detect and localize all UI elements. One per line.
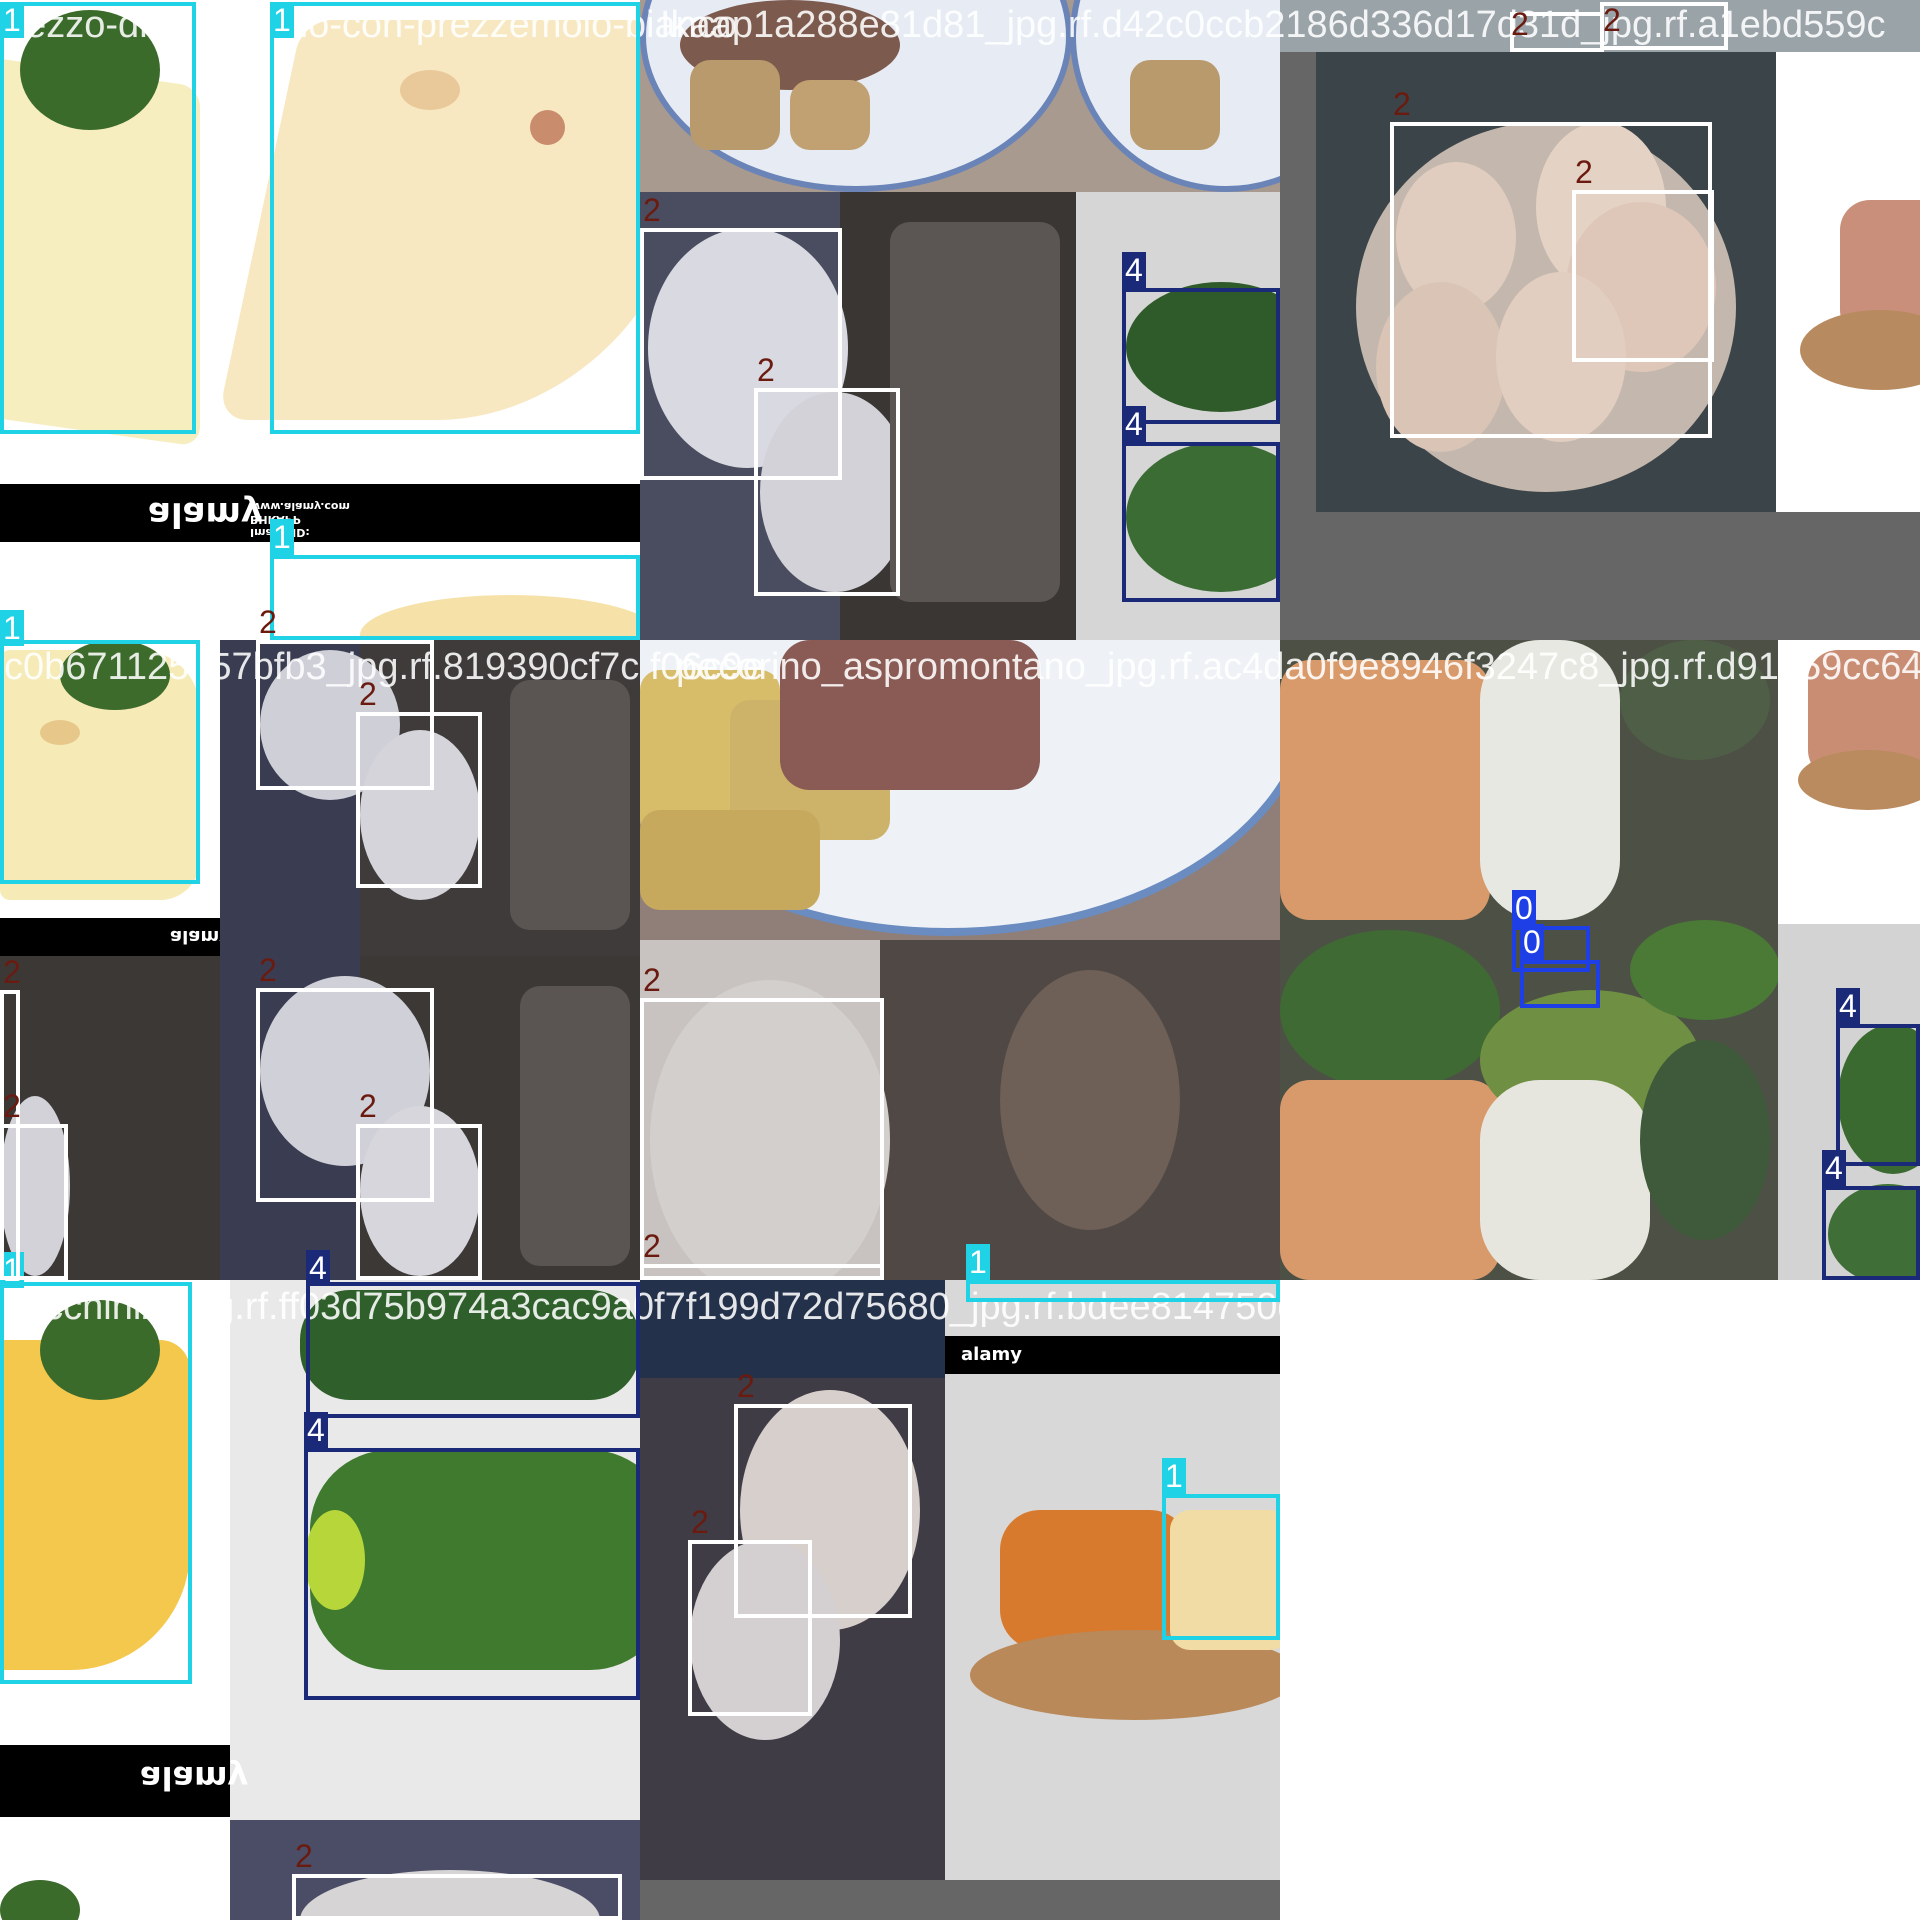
- bbox-class-1: 1: [1162, 1458, 1280, 1640]
- bbox-class-4: 4: [1122, 406, 1280, 602]
- bbox-class-4: 4: [304, 1412, 640, 1700]
- bbox-class-4: 4: [1122, 252, 1280, 424]
- bbox-class-2: 2: [356, 1088, 482, 1280]
- bbox-class-2: 2: [0, 1088, 68, 1280]
- bbox-class-1: 1: [0, 1252, 192, 1684]
- watermark-bar-2: alamy: [0, 918, 231, 956]
- bbox-class-2: 2: [356, 676, 482, 888]
- watermark-bar-4: alamy: [945, 1336, 1280, 1374]
- bbox-class-0: 0: [1520, 924, 1600, 1008]
- bbox-class-2: 2: [640, 962, 884, 1280]
- bbox-class-2: 2: [754, 352, 900, 596]
- bbox-class-1: 1: [270, 2, 640, 434]
- bbox-class-2: 2: [1572, 154, 1714, 362]
- caption-4: pecorino_aspromontano_jpg.rf.ac4da0f9e89…: [676, 646, 1920, 688]
- bbox-class-4: 4: [1836, 988, 1920, 1166]
- watermark-bar: alamy Image ID: BHKAPP www.alamy.com: [0, 484, 640, 542]
- bbox-class-1: 1: [0, 610, 200, 884]
- watermark-bar-3: alamy: [0, 1745, 248, 1817]
- bbox-class-1: 1: [0, 2, 196, 434]
- bbox-class-2: 2: [292, 1838, 622, 1920]
- bbox-class-2: 2: [1600, 2, 1728, 50]
- bbox-class-4: 4: [1822, 1150, 1920, 1280]
- bbox-class-2: 2: [1510, 6, 1604, 52]
- bbox-class-4: 4: [306, 1250, 640, 1418]
- bbox-class-1: 1: [966, 1244, 1280, 1302]
- bbox-class-2: 2: [640, 1228, 884, 1280]
- bbox-class-1: 1: [270, 519, 640, 640]
- bbox-class-2: 2: [688, 1504, 812, 1716]
